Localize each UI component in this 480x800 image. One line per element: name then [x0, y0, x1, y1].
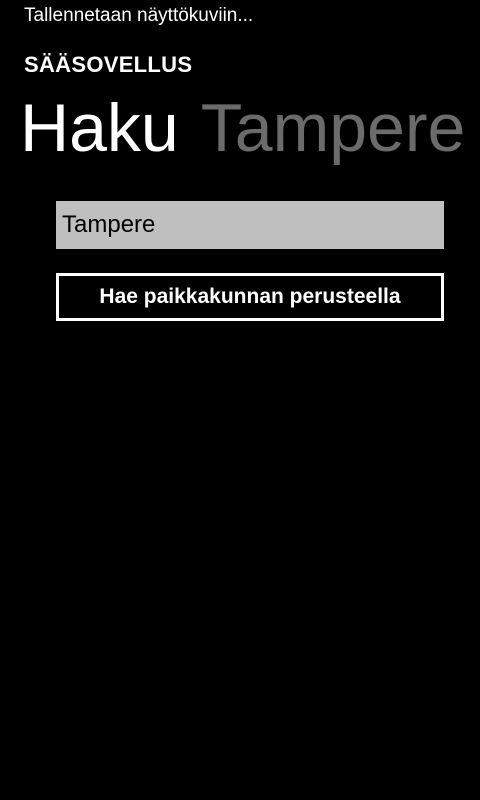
app-title: SÄÄSOVELLUS	[24, 52, 193, 77]
pivot-header-tampere[interactable]: Tampere	[201, 88, 466, 168]
pivot-header-haku[interactable]: Haku	[20, 88, 179, 168]
city-search-input[interactable]	[56, 201, 444, 249]
search-by-city-button[interactable]: Hae paikkakunnan perusteella	[56, 273, 444, 321]
status-text: Tallennetaan näyttökuviin...	[24, 5, 254, 26]
pivot-headers: Haku Tampere	[20, 88, 480, 168]
